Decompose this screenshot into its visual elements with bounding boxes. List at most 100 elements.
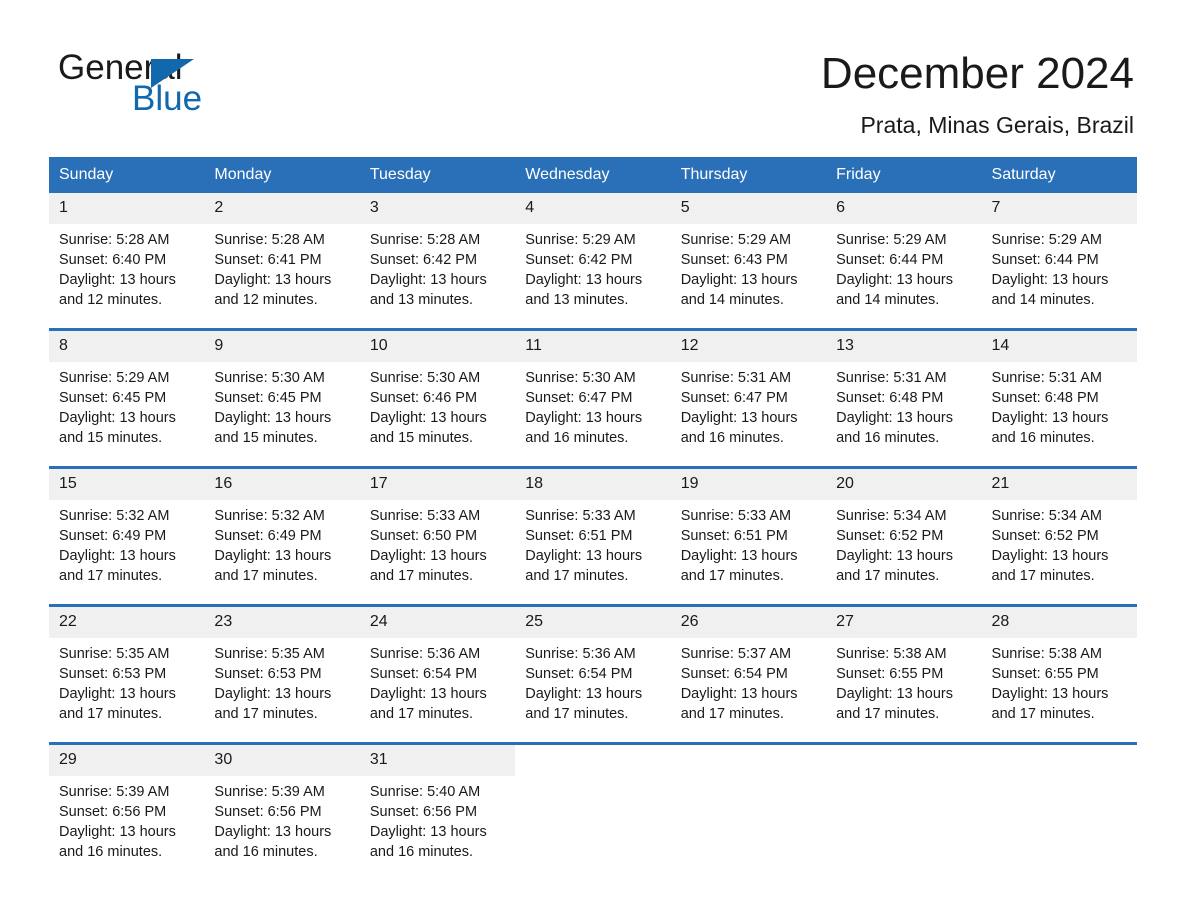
sunset-text: Sunset: 6:45 PM	[214, 390, 322, 406]
daylight-text-line2: and 16 minutes.	[59, 844, 163, 860]
day-number-cell[interactable]: 27	[826, 607, 982, 638]
sunrise-text: Sunrise: 5:28 AM	[369, 232, 481, 248]
day-number-cell[interactable]: 16	[204, 469, 360, 500]
general-blue-logo[interactable]: General Blue	[58, 50, 378, 130]
day-number-cell[interactable]: 15	[49, 469, 205, 500]
daylight-text-line1: Daylight: 13 hours	[369, 410, 487, 426]
day-number-cell[interactable]: 10	[359, 331, 516, 362]
empty-details-cell	[670, 776, 827, 880]
daylight-text-line2: and 17 minutes.	[525, 706, 629, 722]
sunrise-text: Sunrise: 5:29 AM	[836, 232, 947, 248]
day-number-cell[interactable]: 6	[826, 193, 982, 224]
day-number-cell[interactable]: 22	[49, 607, 205, 638]
daylight-text-line1: Daylight: 13 hours	[214, 686, 332, 702]
title-block: December 2024 Prata, Minas Gerais, Brazi…	[821, 48, 1134, 139]
day-number-cell[interactable]: 31	[359, 745, 516, 776]
day-number-cell[interactable]: 29	[49, 745, 205, 776]
daylight-text-line1: Daylight: 13 hours	[680, 686, 798, 702]
day-details-cell: Sunrise: 5:31 AM Sunset: 6:47 PM Daylight:…	[670, 362, 827, 466]
column-header-saturday: Saturday	[981, 157, 1137, 193]
sunset-text: Sunset: 6:42 PM	[369, 252, 478, 268]
daylight-text-line1: Daylight: 13 hours	[525, 272, 643, 288]
day-number-cell[interactable]: 9	[204, 331, 360, 362]
daylight-text-line2: and 17 minutes.	[680, 568, 784, 584]
logo-text-blue: Blue	[132, 79, 203, 118]
sunset-text: Sunset: 6:56 PM	[369, 804, 478, 820]
daylight-text-line1: Daylight: 13 hours	[525, 410, 643, 426]
sunrise-text: Sunrise: 5:37 AM	[680, 646, 792, 662]
sunrise-text: Sunrise: 5:28 AM	[59, 232, 170, 248]
sunset-text: Sunset: 6:54 PM	[680, 666, 788, 682]
daylight-text-line1: Daylight: 13 hours	[991, 410, 1109, 426]
day-details-cell: Sunrise: 5:29 AM Sunset: 6:44 PM Daylight:…	[826, 224, 982, 328]
daylight-text-line2: and 16 minutes.	[836, 430, 940, 446]
sunrise-text: Sunrise: 5:32 AM	[59, 508, 170, 524]
sunrise-text: Sunrise: 5:31 AM	[680, 370, 792, 386]
day-details-row: Sunrise: 5:35 AM Sunset: 6:53 PM Daylight:…	[49, 638, 1137, 742]
day-number-cell[interactable]: 18	[515, 469, 671, 500]
day-details-cell: Sunrise: 5:29 AM Sunset: 6:44 PM Daylight:…	[981, 224, 1137, 328]
daylight-text-line1: Daylight: 13 hours	[214, 548, 332, 564]
daylight-text-line1: Daylight: 13 hours	[836, 272, 953, 288]
location-subtitle: Prata, Minas Gerais, Brazil	[860, 112, 1134, 138]
day-number-cell[interactable]: 17	[359, 469, 516, 500]
daylight-text-line2: and 15 minutes.	[59, 430, 163, 446]
day-number-cell[interactable]: 21	[981, 469, 1137, 500]
sunset-text: Sunset: 6:55 PM	[836, 666, 944, 682]
day-number-cell[interactable]: 26	[670, 607, 827, 638]
day-number-cell[interactable]: 4	[515, 193, 671, 224]
day-number-cell[interactable]: 12	[670, 331, 827, 362]
day-number-cell[interactable]: 20	[826, 469, 982, 500]
day-number-cell[interactable]: 7	[981, 193, 1137, 224]
column-header-monday: Monday	[204, 157, 360, 193]
day-number-cell[interactable]: 23	[204, 607, 360, 638]
day-number-cell[interactable]: 1	[49, 193, 205, 224]
sunrise-text: Sunrise: 5:33 AM	[369, 508, 481, 524]
daylight-text-line2: and 17 minutes.	[369, 706, 474, 722]
empty-day-cell	[515, 745, 671, 776]
day-number-cell[interactable]: 5	[670, 193, 827, 224]
sunrise-text: Sunrise: 5:29 AM	[59, 370, 170, 386]
day-details-row: Sunrise: 5:29 AM Sunset: 6:45 PM Daylight:…	[49, 362, 1137, 466]
day-details-cell: Sunrise: 5:29 AM Sunset: 6:42 PM Daylight:…	[515, 224, 671, 328]
daylight-text-line2: and 12 minutes.	[214, 292, 318, 308]
sunrise-text: Sunrise: 5:28 AM	[214, 232, 325, 248]
daylight-text-line2: and 17 minutes.	[991, 706, 1095, 722]
day-number-cell[interactable]: 24	[359, 607, 516, 638]
daylight-text-line2: and 15 minutes.	[214, 430, 318, 446]
sunset-text: Sunset: 6:40 PM	[59, 252, 167, 268]
sunset-text: Sunset: 6:47 PM	[525, 390, 633, 406]
daylight-text-line2: and 16 minutes.	[214, 844, 318, 860]
daylight-text-line2: and 16 minutes.	[525, 430, 629, 446]
day-number-cell[interactable]: 2	[204, 193, 360, 224]
day-number-cell[interactable]: 14	[981, 331, 1137, 362]
day-number-cell[interactable]: 19	[670, 469, 827, 500]
sunrise-text: Sunrise: 5:33 AM	[525, 508, 636, 524]
day-number-cell[interactable]: 3	[359, 193, 516, 224]
day-number-cell[interactable]: 8	[49, 331, 205, 362]
day-number-cell[interactable]: 28	[981, 607, 1137, 638]
sunset-text: Sunset: 6:53 PM	[59, 666, 167, 682]
sunrise-text: Sunrise: 5:34 AM	[836, 508, 947, 524]
sunset-text: Sunset: 6:47 PM	[680, 390, 788, 406]
daylight-text-line2: and 16 minutes.	[369, 844, 474, 860]
sunrise-text: Sunrise: 5:38 AM	[991, 646, 1102, 662]
day-details-cell: Sunrise: 5:40 AM Sunset: 6:56 PM Daylight:…	[359, 776, 516, 880]
sunrise-text: Sunrise: 5:29 AM	[991, 232, 1102, 248]
daylight-text-line1: Daylight: 13 hours	[991, 272, 1109, 288]
day-number-row: 1234567	[49, 193, 1137, 224]
daylight-text-line1: Daylight: 13 hours	[836, 686, 953, 702]
day-number-cell[interactable]: 25	[515, 607, 671, 638]
daylight-text-line1: Daylight: 13 hours	[991, 686, 1109, 702]
daylight-text-line2: and 17 minutes.	[214, 706, 318, 722]
daylight-text-line2: and 14 minutes.	[680, 292, 784, 308]
day-details-cell: Sunrise: 5:33 AM Sunset: 6:51 PM Daylight:…	[670, 500, 827, 604]
day-number-cell[interactable]: 13	[826, 331, 982, 362]
sunrise-text: Sunrise: 5:34 AM	[991, 508, 1102, 524]
day-number-cell[interactable]: 30	[204, 745, 360, 776]
day-details-cell: Sunrise: 5:37 AM Sunset: 6:54 PM Daylight:…	[670, 638, 827, 742]
sunset-text: Sunset: 6:53 PM	[214, 666, 322, 682]
day-details-cell: Sunrise: 5:29 AM Sunset: 6:45 PM Daylight:…	[49, 362, 205, 466]
daylight-text-line1: Daylight: 13 hours	[525, 686, 643, 702]
day-number-cell[interactable]: 11	[515, 331, 671, 362]
